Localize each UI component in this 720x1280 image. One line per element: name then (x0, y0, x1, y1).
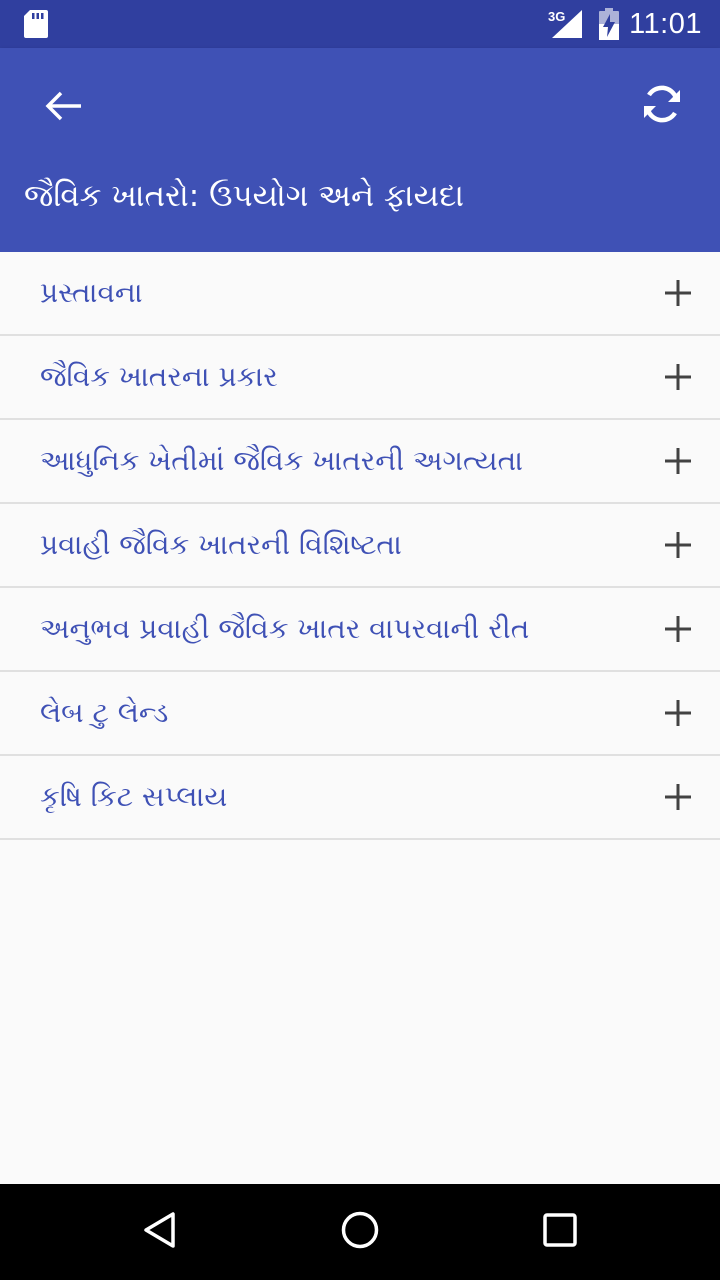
list-item-label: જૈવિક ખાતરના પ્રકાર (40, 360, 278, 393)
plus-icon[interactable] (664, 783, 692, 811)
arrow-back-icon (44, 90, 84, 126)
nav-recents-button[interactable] (534, 1206, 586, 1258)
system-nav-bar (0, 1184, 720, 1280)
status-bar: 3G 11:01 (0, 0, 720, 48)
plus-icon[interactable] (664, 279, 692, 307)
plus-icon[interactable] (664, 363, 692, 391)
list-item[interactable]: લેબ ટુ લેન્ડ (0, 672, 720, 756)
list-item-label: આધુનિક ખેતીમાં જૈવિક ખાતરની અગત્યતા (40, 444, 524, 477)
nav-home-button[interactable] (334, 1206, 386, 1258)
recents-square-icon (542, 1212, 578, 1252)
list-item[interactable]: આધુનિક ખેતીમાં જૈવિક ખાતરની અગત્યતા (0, 420, 720, 504)
nav-back-button[interactable] (134, 1206, 186, 1258)
page-title: જૈવિક ખાતરો: ઉપયોગ અને ફાયદા (24, 178, 464, 214)
topic-list: પ્રસ્તાવના જૈવિક ખાતરના પ્રકાર આધુનિક ખે… (0, 252, 720, 840)
back-button[interactable] (28, 72, 100, 144)
refresh-icon (640, 82, 684, 130)
list-item-label: અનુભવ પ્રવાહી જૈવિક ખાતર વાપરવાની રીત (40, 612, 530, 645)
list-item-label: પ્રવાહી જૈવિક ખાતરની વિશિષ્ટતા (40, 528, 402, 561)
network-type-label: 3G (548, 9, 565, 24)
plus-icon[interactable] (664, 447, 692, 475)
list-item[interactable]: જૈવિક ખાતરના પ્રકાર (0, 336, 720, 420)
plus-icon[interactable] (664, 699, 692, 727)
battery-charging-icon (598, 8, 620, 44)
app-bar: જૈવિક ખાતરો: ઉપયોગ અને ફાયદા (0, 48, 720, 252)
back-triangle-icon (140, 1210, 180, 1254)
list-item[interactable]: પ્રવાહી જૈવિક ખાતરની વિશિષ્ટતા (0, 504, 720, 588)
refresh-button[interactable] (624, 68, 700, 144)
list-item-label: લેબ ટુ લેન્ડ (40, 696, 169, 729)
signal-icon: 3G (548, 8, 584, 44)
list-item[interactable]: પ્રસ્તાવના (0, 252, 720, 336)
plus-icon[interactable] (664, 615, 692, 643)
list-item[interactable]: કૃષિ કિટ સપ્લાય (0, 756, 720, 840)
home-circle-icon (340, 1210, 380, 1254)
list-item-label: કૃષિ કિટ સપ્લાય (40, 780, 228, 813)
status-clock: 11:01 (629, 8, 702, 40)
plus-icon[interactable] (664, 531, 692, 559)
list-item-label: પ્રસ્તાવના (40, 276, 143, 309)
sd-card-icon (24, 10, 48, 42)
list-item[interactable]: અનુભવ પ્રવાહી જૈવિક ખાતર વાપરવાની રીત (0, 588, 720, 672)
